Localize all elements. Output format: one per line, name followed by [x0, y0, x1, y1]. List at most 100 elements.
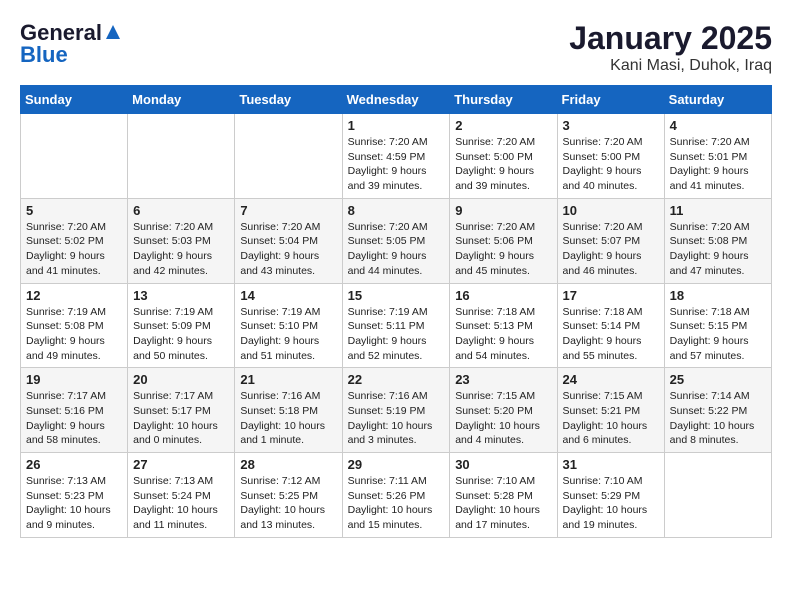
calendar-cell: 30 Sunrise: 7:10 AM Sunset: 5:28 PM Dayli… [450, 453, 557, 538]
weekday-header-wednesday: Wednesday [342, 86, 450, 114]
day-info: Sunrise: 7:20 AM Sunset: 5:00 PM Dayligh… [563, 135, 659, 194]
calendar-cell: 12 Sunrise: 7:19 AM Sunset: 5:08 PM Dayli… [21, 283, 128, 368]
day-info: Sunrise: 7:17 AM Sunset: 5:16 PM Dayligh… [26, 389, 122, 448]
day-info: Sunrise: 7:10 AM Sunset: 5:29 PM Dayligh… [563, 474, 659, 533]
calendar-cell: 19Sunrise: 7:17 AM Sunset: 5:16 PM Dayli… [21, 368, 128, 453]
calendar-cell: 29Sunrise: 7:11 AM Sunset: 5:26 PM Dayli… [342, 453, 450, 538]
day-info: Sunrise: 7:20 AM Sunset: 5:00 PM Dayligh… [455, 135, 551, 194]
day-number: 25 [670, 372, 766, 387]
logo-blue: Blue [20, 42, 68, 68]
calendar-cell: 5 Sunrise: 7:20 AM Sunset: 5:02 PM Daylig… [21, 198, 128, 283]
weekday-header-monday: Monday [128, 86, 235, 114]
calendar-cell: 11 Sunrise: 7:20 AM Sunset: 5:08 PM Dayli… [664, 198, 771, 283]
day-number: 1 [348, 118, 445, 133]
calendar-cell: 26 Sunrise: 7:13 AM Sunset: 5:23 PM Dayli… [21, 453, 128, 538]
calendar-week-row: 5 Sunrise: 7:20 AM Sunset: 5:02 PM Daylig… [21, 198, 772, 283]
day-info: Sunrise: 7:19 AM Sunset: 5:09 PM Dayligh… [133, 305, 229, 364]
day-number: 5 [26, 203, 122, 218]
day-info: Sunrise: 7:19 AM Sunset: 5:11 PM Dayligh… [348, 305, 445, 364]
calendar-cell: 10Sunrise: 7:20 AM Sunset: 5:07 PM Dayli… [557, 198, 664, 283]
calendar-cell: 13 Sunrise: 7:19 AM Sunset: 5:09 PM Dayli… [128, 283, 235, 368]
day-info: Sunrise: 7:17 AM Sunset: 5:17 PM Dayligh… [133, 389, 229, 448]
logo-triangle-icon [104, 23, 122, 46]
calendar-week-row: 26 Sunrise: 7:13 AM Sunset: 5:23 PM Dayli… [21, 453, 772, 538]
calendar-cell: 28 Sunrise: 7:12 AM Sunset: 5:25 PM Dayli… [235, 453, 342, 538]
calendar-week-row: 12 Sunrise: 7:19 AM Sunset: 5:08 PM Dayli… [21, 283, 772, 368]
weekday-header-thursday: Thursday [450, 86, 557, 114]
calendar-cell: 9 Sunrise: 7:20 AM Sunset: 5:06 PM Daylig… [450, 198, 557, 283]
day-number: 20 [133, 372, 229, 387]
weekday-header-friday: Friday [557, 86, 664, 114]
day-info: Sunrise: 7:18 AM Sunset: 5:15 PM Dayligh… [670, 305, 766, 364]
calendar-cell [664, 453, 771, 538]
day-number: 21 [240, 372, 336, 387]
day-number: 7 [240, 203, 336, 218]
logo: General Blue [20, 20, 122, 68]
day-number: 22 [348, 372, 445, 387]
calendar-week-row: 1 Sunrise: 7:20 AM Sunset: 4:59 PM Daylig… [21, 114, 772, 199]
day-info: Sunrise: 7:20 AM Sunset: 5:06 PM Dayligh… [455, 220, 551, 279]
day-info: Sunrise: 7:12 AM Sunset: 5:25 PM Dayligh… [240, 474, 336, 533]
day-number: 11 [670, 203, 766, 218]
day-number: 9 [455, 203, 551, 218]
calendar-cell: 16Sunrise: 7:18 AM Sunset: 5:13 PM Dayli… [450, 283, 557, 368]
calendar-cell: 2Sunrise: 7:20 AM Sunset: 5:00 PM Daylig… [450, 114, 557, 199]
calendar-cell: 20 Sunrise: 7:17 AM Sunset: 5:17 PM Dayli… [128, 368, 235, 453]
day-number: 27 [133, 457, 229, 472]
day-info: Sunrise: 7:19 AM Sunset: 5:10 PM Dayligh… [240, 305, 336, 364]
day-number: 31 [563, 457, 659, 472]
day-number: 17 [563, 288, 659, 303]
day-number: 18 [670, 288, 766, 303]
day-number: 28 [240, 457, 336, 472]
weekday-header-tuesday: Tuesday [235, 86, 342, 114]
calendar-cell: 22 Sunrise: 7:16 AM Sunset: 5:19 PM Dayli… [342, 368, 450, 453]
day-number: 24 [563, 372, 659, 387]
calendar-cell [235, 114, 342, 199]
day-info: Sunrise: 7:13 AM Sunset: 5:24 PM Dayligh… [133, 474, 229, 533]
day-info: Sunrise: 7:11 AM Sunset: 5:26 PM Dayligh… [348, 474, 445, 533]
day-info: Sunrise: 7:20 AM Sunset: 5:02 PM Dayligh… [26, 220, 122, 279]
calendar-cell: 23Sunrise: 7:15 AM Sunset: 5:20 PM Dayli… [450, 368, 557, 453]
calendar-subtitle: Kani Masi, Duhok, Iraq [569, 57, 772, 75]
calendar-cell: 21 Sunrise: 7:16 AM Sunset: 5:18 PM Dayli… [235, 368, 342, 453]
calendar-cell: 3 Sunrise: 7:20 AM Sunset: 5:00 PM Daylig… [557, 114, 664, 199]
day-info: Sunrise: 7:16 AM Sunset: 5:18 PM Dayligh… [240, 389, 336, 448]
calendar-cell: 6 Sunrise: 7:20 AM Sunset: 5:03 PM Daylig… [128, 198, 235, 283]
day-info: Sunrise: 7:13 AM Sunset: 5:23 PM Dayligh… [26, 474, 122, 533]
calendar-cell: 7Sunrise: 7:20 AM Sunset: 5:04 PM Daylig… [235, 198, 342, 283]
day-number: 8 [348, 203, 445, 218]
day-number: 14 [240, 288, 336, 303]
day-info: Sunrise: 7:19 AM Sunset: 5:08 PM Dayligh… [26, 305, 122, 364]
calendar-cell: 27 Sunrise: 7:13 AM Sunset: 5:24 PM Dayli… [128, 453, 235, 538]
day-number: 3 [563, 118, 659, 133]
calendar-cell: 8 Sunrise: 7:20 AM Sunset: 5:05 PM Daylig… [342, 198, 450, 283]
day-number: 30 [455, 457, 551, 472]
day-number: 16 [455, 288, 551, 303]
calendar-cell [21, 114, 128, 199]
day-info: Sunrise: 7:20 AM Sunset: 5:07 PM Dayligh… [563, 220, 659, 279]
day-number: 12 [26, 288, 122, 303]
day-info: Sunrise: 7:10 AM Sunset: 5:28 PM Dayligh… [455, 474, 551, 533]
calendar-table: SundayMondayTuesdayWednesdayThursdayFrid… [20, 85, 772, 538]
day-info: Sunrise: 7:20 AM Sunset: 5:05 PM Dayligh… [348, 220, 445, 279]
calendar-cell: 17 Sunrise: 7:18 AM Sunset: 5:14 PM Dayli… [557, 283, 664, 368]
calendar-week-row: 19Sunrise: 7:17 AM Sunset: 5:16 PM Dayli… [21, 368, 772, 453]
day-info: Sunrise: 7:20 AM Sunset: 5:03 PM Dayligh… [133, 220, 229, 279]
day-info: Sunrise: 7:18 AM Sunset: 5:14 PM Dayligh… [563, 305, 659, 364]
day-info: Sunrise: 7:20 AM Sunset: 4:59 PM Dayligh… [348, 135, 445, 194]
day-number: 4 [670, 118, 766, 133]
day-info: Sunrise: 7:20 AM Sunset: 5:01 PM Dayligh… [670, 135, 766, 194]
calendar-cell: 1 Sunrise: 7:20 AM Sunset: 4:59 PM Daylig… [342, 114, 450, 199]
day-info: Sunrise: 7:16 AM Sunset: 5:19 PM Dayligh… [348, 389, 445, 448]
day-number: 15 [348, 288, 445, 303]
page-header: General Blue January 2025 Kani Masi, Duh… [20, 20, 772, 75]
day-info: Sunrise: 7:14 AM Sunset: 5:22 PM Dayligh… [670, 389, 766, 448]
calendar-title: January 2025 [569, 20, 772, 57]
day-number: 6 [133, 203, 229, 218]
calendar-cell: 25 Sunrise: 7:14 AM Sunset: 5:22 PM Dayli… [664, 368, 771, 453]
day-number: 26 [26, 457, 122, 472]
day-info: Sunrise: 7:20 AM Sunset: 5:08 PM Dayligh… [670, 220, 766, 279]
day-number: 23 [455, 372, 551, 387]
weekday-header-sunday: Sunday [21, 86, 128, 114]
day-number: 13 [133, 288, 229, 303]
